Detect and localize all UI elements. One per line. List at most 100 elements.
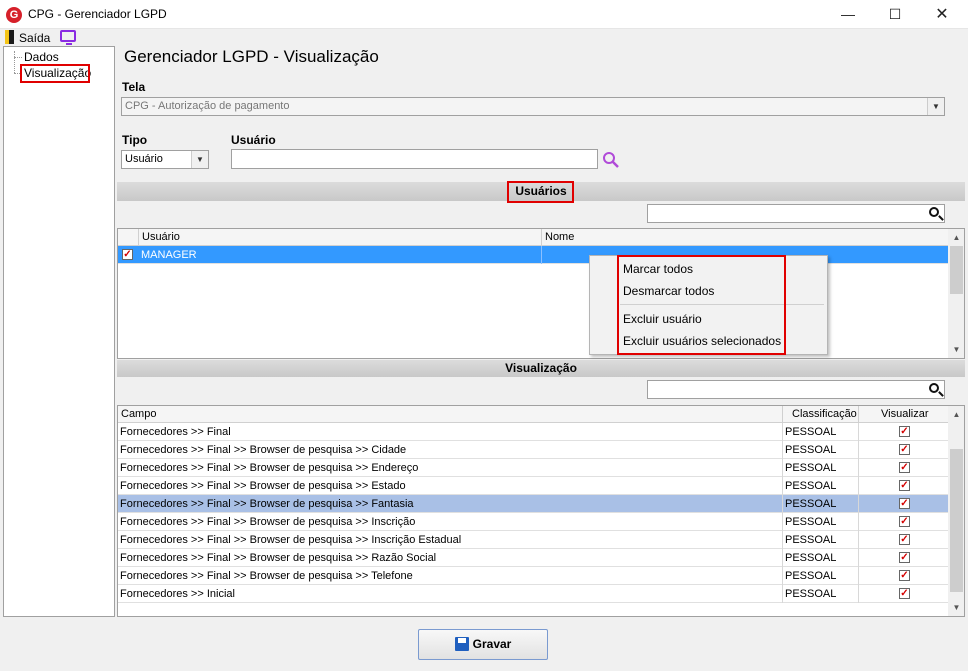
minimize-icon[interactable]: —	[825, 0, 871, 29]
table-row[interactable]: Fornecedores >> Inicial PESSOAL ✓	[118, 585, 949, 603]
table-row[interactable]: Fornecedores >> Final >> Browser de pesq…	[118, 567, 949, 585]
view-cell: ✓	[859, 585, 949, 603]
chevron-down-icon[interactable]: ▼	[191, 151, 208, 168]
table-row[interactable]: Fornecedores >> Final >> Browser de pesq…	[118, 549, 949, 567]
close-icon[interactable]: ✕	[919, 0, 965, 29]
column-header-user[interactable]: Usuário	[139, 229, 542, 246]
screen-select-value: CPG - Autorização de pagamento	[125, 100, 290, 112]
scroll-down-icon[interactable]: ▼	[948, 341, 964, 358]
screen-label: Tela	[122, 80, 146, 94]
tree-connector	[14, 51, 15, 73]
view-cell: ✓	[859, 495, 949, 513]
users-grid-header: Usuário Nome	[118, 229, 949, 246]
search-icon[interactable]	[929, 207, 939, 217]
column-header-field[interactable]: Campo	[118, 406, 783, 423]
user-input[interactable]	[231, 149, 598, 169]
view-checkbox[interactable]: ✓	[899, 444, 910, 455]
classification-cell: PESSOAL	[783, 441, 859, 459]
users-grid: Usuário Nome ✓ MANAGER ▲ ▼	[117, 228, 965, 359]
view-checkbox[interactable]: ✓	[899, 570, 910, 581]
scroll-thumb[interactable]	[950, 246, 963, 294]
view-cell: ✓	[859, 531, 949, 549]
column-header-classification[interactable]: Classificação	[783, 406, 859, 423]
user-cell: MANAGER	[139, 246, 542, 264]
annotation-box	[617, 255, 786, 355]
field-cell: Fornecedores >> Final >> Browser de pesq…	[118, 477, 783, 495]
tree-item-dados[interactable]: Dados	[24, 50, 59, 64]
table-row[interactable]: Fornecedores >> Final >> Browser de pesq…	[118, 459, 949, 477]
view-cell: ✓	[859, 477, 949, 495]
menu-bar	[0, 29, 968, 46]
view-section-title: Visualização	[505, 361, 577, 375]
view-checkbox[interactable]: ✓	[899, 462, 910, 473]
type-select-value: Usuário	[125, 153, 163, 165]
classification-cell: PESSOAL	[783, 549, 859, 567]
view-checkbox[interactable]: ✓	[899, 480, 910, 491]
view-checkbox[interactable]: ✓	[899, 534, 910, 545]
type-select[interactable]: Usuário ▼	[121, 150, 209, 169]
view-search-input[interactable]	[647, 380, 945, 399]
classification-cell: PESSOAL	[783, 495, 859, 513]
field-cell: Fornecedores >> Final >> Browser de pesq…	[118, 441, 783, 459]
table-row[interactable]: Fornecedores >> Final >> Browser de pesq…	[118, 495, 949, 513]
column-header-select	[118, 229, 139, 246]
table-row[interactable]: Fornecedores >> Final >> Browser de pesq…	[118, 513, 949, 531]
scroll-up-icon[interactable]: ▲	[948, 229, 964, 246]
view-scrollbar[interactable]: ▲ ▼	[948, 406, 964, 616]
view-checkbox[interactable]: ✓	[899, 426, 910, 437]
scroll-down-icon[interactable]: ▼	[948, 599, 964, 616]
type-label: Tipo	[122, 133, 148, 147]
table-row[interactable]: Fornecedores >> Final >> Browser de pesq…	[118, 441, 949, 459]
field-cell: Fornecedores >> Final	[118, 423, 783, 441]
view-cell: ✓	[859, 459, 949, 477]
classification-cell: PESSOAL	[783, 459, 859, 477]
view-cell: ✓	[859, 513, 949, 531]
annotation-box	[20, 64, 90, 83]
view-checkbox[interactable]: ✓	[899, 552, 910, 563]
save-button[interactable]: Gravar	[418, 629, 548, 660]
floppy-disk-icon	[454, 637, 469, 651]
view-checkbox[interactable]: ✓	[899, 588, 910, 599]
column-header-name[interactable]: Nome	[542, 229, 949, 246]
user-label: Usuário	[231, 133, 276, 147]
view-grid: Campo Classificação Visualizar Fornecedo…	[117, 405, 965, 617]
scroll-up-icon[interactable]: ▲	[948, 406, 964, 423]
field-cell: Fornecedores >> Final >> Browser de pesq…	[118, 567, 783, 585]
field-cell: Fornecedores >> Final >> Browser de pesq…	[118, 531, 783, 549]
classification-cell: PESSOAL	[783, 585, 859, 603]
table-row[interactable]: Fornecedores >> Final >> Browser de pesq…	[118, 531, 949, 549]
field-cell: Fornecedores >> Final >> Browser de pesq…	[118, 549, 783, 567]
row-checkbox[interactable]: ✓	[122, 249, 133, 260]
search-icon[interactable]	[929, 383, 939, 393]
classification-cell: PESSOAL	[783, 477, 859, 495]
classification-cell: PESSOAL	[783, 423, 859, 441]
app-logo-icon: G	[6, 7, 22, 23]
monitor-icon[interactable]	[60, 30, 76, 45]
view-cell: ✓	[859, 567, 949, 585]
classification-cell: PESSOAL	[783, 531, 859, 549]
view-checkbox[interactable]: ✓	[899, 498, 910, 509]
chevron-down-icon[interactable]: ▼	[927, 98, 944, 115]
exit-door-icon[interactable]	[5, 30, 14, 44]
table-row[interactable]: Fornecedores >> Final >> Browser de pesq…	[118, 477, 949, 495]
view-cell: ✓	[859, 441, 949, 459]
view-cell: ✓	[859, 549, 949, 567]
field-cell: Fornecedores >> Final >> Browser de pesq…	[118, 459, 783, 477]
annotation-box	[507, 181, 574, 203]
save-button-label: Gravar	[472, 637, 512, 651]
view-cell: ✓	[859, 423, 949, 441]
exit-menu-item[interactable]: Saída	[19, 31, 50, 45]
search-icon[interactable]	[602, 151, 620, 169]
maximize-icon[interactable]: ☐	[872, 0, 918, 29]
view-checkbox[interactable]: ✓	[899, 516, 910, 527]
column-header-view[interactable]: Visualizar	[859, 406, 949, 423]
field-cell: Fornecedores >> Final >> Browser de pesq…	[118, 495, 783, 513]
users-scrollbar[interactable]: ▲ ▼	[948, 229, 964, 358]
scroll-thumb[interactable]	[950, 449, 963, 592]
classification-cell: PESSOAL	[783, 567, 859, 585]
field-cell: Fornecedores >> Inicial	[118, 585, 783, 603]
users-search-input[interactable]	[647, 204, 945, 223]
screen-select[interactable]: CPG - Autorização de pagamento ▼	[121, 97, 945, 116]
view-section-header: Visualização	[117, 360, 965, 377]
table-row[interactable]: Fornecedores >> Final PESSOAL ✓	[118, 423, 949, 441]
